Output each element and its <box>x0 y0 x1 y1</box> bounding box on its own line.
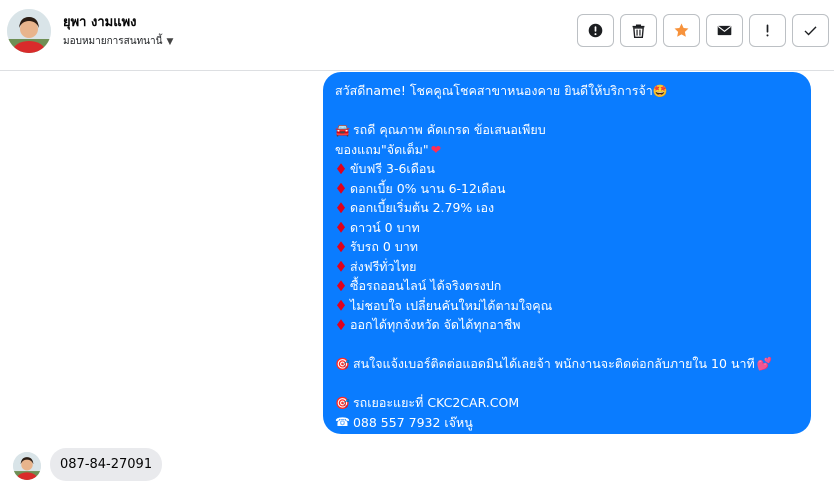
follow-up-button[interactable] <box>663 14 700 47</box>
diamond-icon <box>337 202 345 214</box>
exclamation-icon <box>766 24 769 37</box>
promo-subheadline: ของแถม"จัดเต็ม" <box>335 141 429 157</box>
alert-circle-icon <box>588 23 603 38</box>
car-emoji-icon: 🚘 <box>335 122 350 137</box>
avatar-photo <box>13 452 41 480</box>
diamond-icon <box>337 280 345 292</box>
bullet-line: ซื้อรถออนไลน์ ได้จริงตรงปก <box>335 276 799 296</box>
incoming-message-text: 087-84-27091 <box>60 457 153 472</box>
bullet-line: ดาวน์ 0 บาท <box>335 218 799 238</box>
phone-text: 088 557 7932 เจ๊หนู <box>352 414 473 430</box>
bullet-text: ส่งฟรีทั่วไทย <box>350 258 417 274</box>
telephone-emoji-icon: ☎ <box>335 415 350 430</box>
bullet-line: ดอกเบี้ย 0% นาน 6-12เดือน <box>335 179 799 199</box>
bullet-line: ไม่ชอบใจ เปลี่ยนคันใหม่ได้ตามใจคุณ <box>335 296 799 316</box>
bullet-line: ส่งฟรีทั่วไทย <box>335 257 799 277</box>
outgoing-message-bubble[interactable]: สวัสดีname! โชคคูณโชคสาขาหนองคาย ยินดีให… <box>323 72 811 434</box>
target-emoji-icon: 🎯 <box>335 395 350 410</box>
message-line: สวัสดีname! โชคคูณโชคสาขาหนองคาย ยินดีให… <box>335 81 799 101</box>
message-line: ของแถม"จัดเต็ม" ❤ <box>335 140 799 160</box>
bullet-line: ดอกเบี้ยเริ่มต้น 2.79% เอง <box>335 198 799 218</box>
star-struck-emoji-icon: 🤩 <box>652 83 668 98</box>
star-icon <box>674 23 689 37</box>
header-actions <box>577 14 829 47</box>
diamond-icon <box>337 163 345 175</box>
avatar-photo <box>7 9 51 53</box>
message-line: 🎯 สนใจแจ้งเบอร์ติดต่อแอดมินได้เลยจ้า พนั… <box>335 354 799 374</box>
contact-avatar[interactable] <box>7 9 51 53</box>
bullet-line: ขับฟรี 3-6เดือน <box>335 159 799 179</box>
bullet-text: รับรถ 0 บาท <box>350 239 419 254</box>
message-line: 🚘 รถดี คุณภาพ คัดเกรด ข้อเสนอเพียบ <box>335 120 799 140</box>
bullet-text: ซื้อรถออนไลน์ ได้จริงตรงปก <box>350 278 502 293</box>
heart-icon: ❤ <box>430 141 442 157</box>
incoming-message-bubble[interactable]: 087-84-27091 <box>50 448 163 481</box>
contact-callout-text: สนใจแจ้งเบอร์ติดต่อแอดมินได้เลยจ้า พนักง… <box>352 356 755 371</box>
message-line: 🎯 รถเยอะแยะที่ CKC2CAR.COM <box>335 393 799 413</box>
contact-name[interactable]: ยุพา งามแพง <box>63 11 137 32</box>
done-button[interactable] <box>792 14 829 47</box>
bullet-text: ดอกเบี้ย 0% นาน 6-12เดือน <box>350 180 506 196</box>
bullet-text: ออกได้ทุกจังหวัด จัดได้ทุกอาชีพ <box>350 317 521 332</box>
assign-label: มอบหมายการสนทนานี้ <box>63 36 163 47</box>
bullet-text: ดอกเบี้ยเริ่มต้น 2.79% เอง <box>350 200 495 215</box>
spam-button[interactable] <box>577 14 614 47</box>
sender-avatar[interactable] <box>13 452 41 480</box>
bullet-text: ดาวน์ 0 บาท <box>350 219 420 235</box>
delete-button[interactable] <box>620 14 657 47</box>
website-text: รถเยอะแยะที่ CKC2CAR.COM <box>352 395 520 410</box>
bullet-line: รับรถ 0 บาท <box>335 237 799 257</box>
diamond-icon <box>337 319 345 331</box>
assign-conversation-dropdown[interactable]: มอบหมายการสนทนานี้ ▼ <box>63 34 173 49</box>
conversation-header: ยุพา งามแพง มอบหมายการสนทนานี้ ▼ <box>0 0 834 71</box>
mark-unread-button[interactable] <box>706 14 743 47</box>
diamond-icon <box>337 182 345 194</box>
diamond-icon <box>337 260 345 272</box>
two-hearts-icon: 💕 <box>756 356 773 371</box>
target-emoji-icon: 🎯 <box>335 356 350 371</box>
diamond-icon <box>337 221 345 233</box>
caret-down-icon: ▼ <box>166 36 174 47</box>
bullet-line: ออกได้ทุกจังหวัด จัดได้ทุกอาชีพ <box>335 315 799 335</box>
check-icon <box>804 26 817 36</box>
bullet-text: ขับฟรี 3-6เดือน <box>350 161 435 176</box>
diamond-icon <box>337 299 345 311</box>
trash-icon <box>632 24 645 38</box>
promo-headline: รถดี คุณภาพ คัดเกรด ข้อเสนอเพียบ <box>352 122 546 137</box>
message-line: ☎ 088 557 7932 เจ๊หนู <box>335 413 799 433</box>
greeting-text: สวัสดีname! โชคคูณโชคสาขาหนองคาย ยินดีให… <box>335 83 653 98</box>
diamond-icon <box>337 241 345 253</box>
envelope-icon <box>717 25 732 36</box>
bullet-text: ไม่ชอบใจ เปลี่ยนคันใหม่ได้ตามใจคุณ <box>350 297 553 313</box>
important-button[interactable] <box>749 14 786 47</box>
